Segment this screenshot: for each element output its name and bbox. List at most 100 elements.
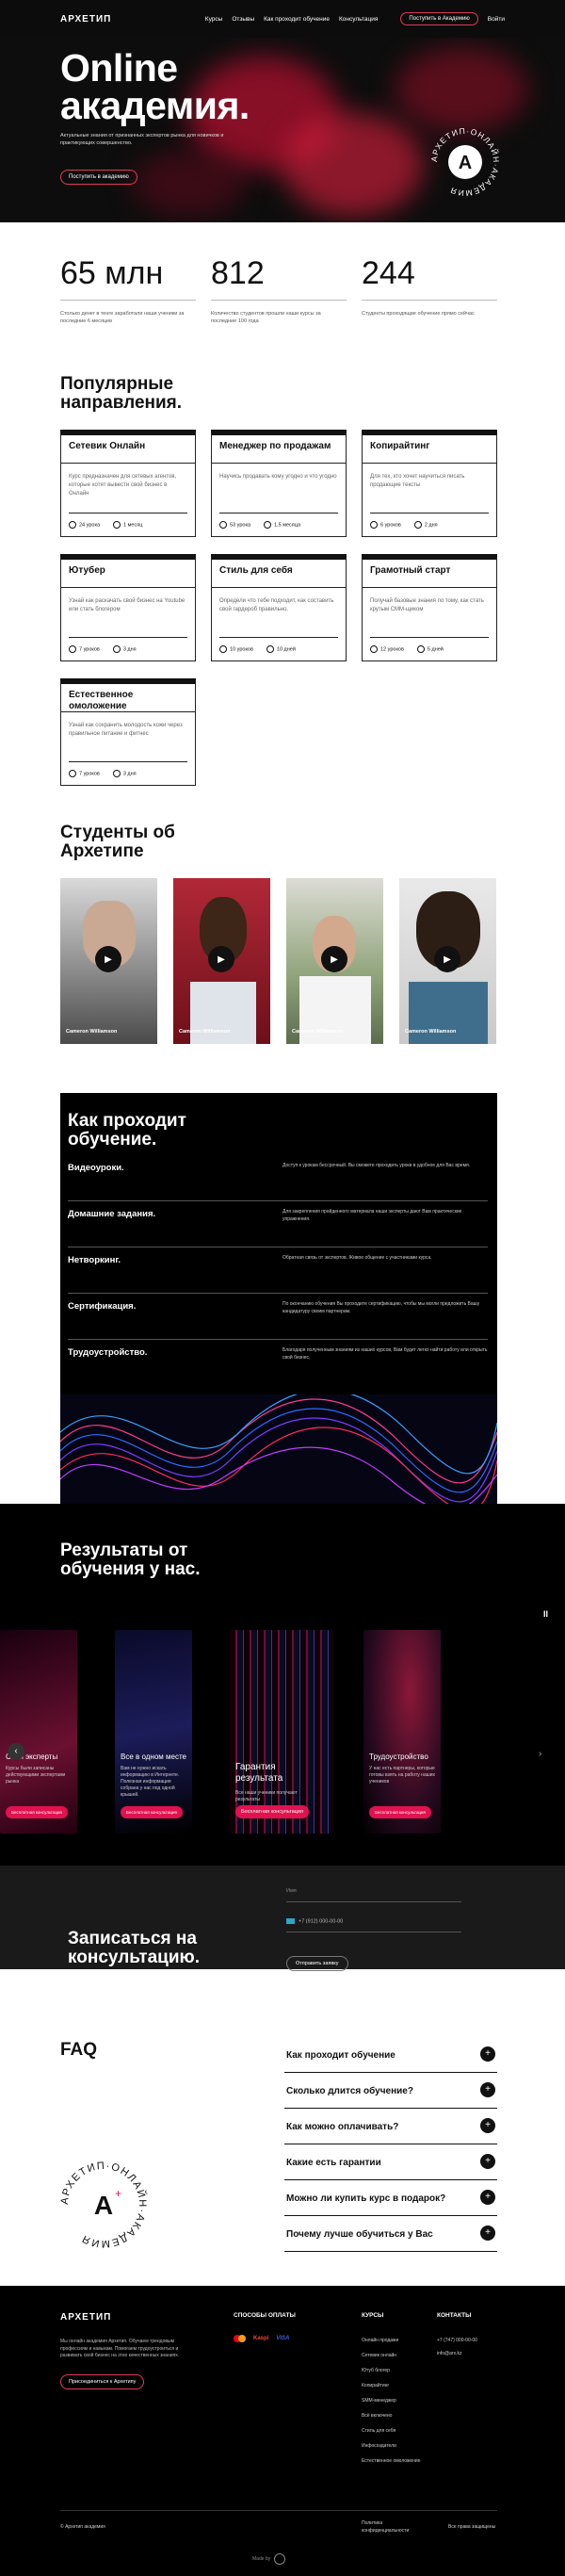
made-by: Made by xyxy=(252,2553,286,2565)
result-slide-active: Гарантия результата Все наши ученики пол… xyxy=(230,1630,333,1834)
clock-icon xyxy=(112,645,121,653)
clock-icon xyxy=(416,645,425,653)
play-icon[interactable]: ▶ xyxy=(434,946,460,972)
lessons-icon xyxy=(69,521,76,529)
header-cta-button[interactable]: Поступить в Академию xyxy=(400,12,478,25)
rights-text: Все права защищены xyxy=(448,2524,496,2530)
student-card[interactable]: ▶ Cameron Williamson xyxy=(399,878,496,1044)
plus-icon: + xyxy=(480,2046,495,2062)
free-consult-button[interactable]: Бесплатная консультация xyxy=(6,1806,68,1818)
clock-icon xyxy=(264,521,272,529)
hero-title: Online академия. xyxy=(60,46,250,127)
course-meta: 12 уроков 5 дней xyxy=(370,637,489,653)
course-card[interactable]: Грамотный старт Получай базовые знания по… xyxy=(362,554,497,661)
how-row: Видеоуроки. Доступ к урокам бессрочный. В… xyxy=(68,1155,488,1201)
contacts-heading: КОНТАКТЫ xyxy=(437,2312,472,2319)
course-title: Сетевик Онлайн xyxy=(61,435,195,464)
faq-item[interactable]: Как проходит обучение + xyxy=(284,2037,497,2073)
footer-course-link[interactable]: Стиль для себя xyxy=(362,2423,428,2438)
course-card[interactable]: Копирайтинг Для тех, кто хочет научиться … xyxy=(362,430,497,537)
play-icon[interactable]: ▶ xyxy=(95,946,121,972)
footer-course-link[interactable]: Инфосоздатели xyxy=(362,2438,428,2454)
lessons-icon xyxy=(69,770,76,777)
submit-request-button[interactable]: Отправить заявку xyxy=(286,1956,348,1971)
footer-course-link[interactable]: Ютуб блогер xyxy=(362,2363,428,2378)
svg-text:+: + xyxy=(115,2187,121,2200)
footer-email[interactable]: info@arx.kz xyxy=(437,2346,461,2361)
how-row: Сертификация. По окончанию обучения Вы пр… xyxy=(68,1294,488,1340)
main-nav: Курсы Отзывы Как проходит обучение Консу… xyxy=(205,12,505,25)
course-meta: 6 уроков 2 дня xyxy=(370,513,489,529)
plus-icon: + xyxy=(480,2082,495,2097)
students-heading: Студенты об Архетипе xyxy=(60,823,175,861)
payment-methods: Kaspi VISA xyxy=(234,2335,289,2342)
faq-item[interactable]: Можно ли купить курс в подарок? + xyxy=(284,2180,497,2216)
course-meta: 24 урока 1 месяц xyxy=(69,513,187,529)
course-card[interactable]: Стиль для себя Определи что тебе подходит… xyxy=(211,554,347,661)
footer-course-link[interactable]: Естественное омоложение xyxy=(362,2454,428,2465)
student-card[interactable]: ▶ Cameron Williamson xyxy=(286,878,383,1044)
course-desc: Для тех, кто хочет научиться писать прод… xyxy=(370,474,465,488)
phone-input[interactable]: +7 (912) 000-00-00 xyxy=(286,1918,461,1933)
student-card[interactable]: ▶ Cameron Williamson xyxy=(173,878,270,1044)
site-footer: АРХЕТИП Мы онлайн академия Архетип. Обуч… xyxy=(0,2286,565,2576)
footer-divider xyxy=(60,2510,497,2511)
site-header: АРХЕТИП Курсы Отзывы Как проходит обучен… xyxy=(0,0,565,38)
result-slide: Все в одном месте Вам не нужно искать ин… xyxy=(115,1630,192,1834)
footer-course-link[interactable]: Копирайтинг xyxy=(362,2378,428,2393)
course-desc: Узнай как раскачать свой бизнес на Youtu… xyxy=(69,598,186,612)
faq-item[interactable]: Какие есть гарантии + xyxy=(284,2144,497,2180)
footer-course-link[interactable]: Онлайн продажи xyxy=(362,2333,428,2348)
login-link[interactable]: Войти xyxy=(488,16,505,23)
play-icon[interactable]: ▶ xyxy=(208,946,234,972)
free-consult-button[interactable]: Бесплатная консультация xyxy=(369,1806,431,1818)
course-title: Копирайтинг xyxy=(363,435,496,464)
logo[interactable]: АРХЕТИП xyxy=(60,14,111,24)
footer-course-link[interactable]: SMM-менеджер xyxy=(362,2393,428,2408)
faq-item[interactable]: Почему лучше обучиться у Вас + xyxy=(284,2216,497,2252)
how-it-works-section: Как проходит обучение. Видеоуроки. Доступ… xyxy=(60,1093,497,1508)
slider-prev-icon[interactable]: ‹ xyxy=(8,1743,24,1760)
free-consult-button[interactable]: Бесплатная консультация xyxy=(121,1806,183,1818)
course-card[interactable]: Естественное омоложение Узнай как сохрани… xyxy=(60,678,196,786)
name-input[interactable]: Имя xyxy=(286,1888,461,1902)
faq-item[interactable]: Сколько длится обучение? + xyxy=(284,2073,497,2109)
join-button[interactable]: Присоединиться к Архетипу xyxy=(60,2374,145,2389)
course-desc: Получай базовые знания по тому, как стат… xyxy=(370,598,484,612)
course-card[interactable]: Ютубер Узнай как раскачать свой бизнес на… xyxy=(60,554,196,661)
nav-how[interactable]: Как проходит обучение xyxy=(264,16,330,23)
nav-courses[interactable]: Курсы xyxy=(205,16,223,23)
course-card[interactable]: Менеджер по продажам Научись продавать ко… xyxy=(211,430,347,537)
footer-logo[interactable]: АРХЕТИП xyxy=(60,2312,111,2323)
studio-logo-icon xyxy=(274,2553,286,2565)
payment-heading: СПОСОБЫ ОПЛАТЫ xyxy=(234,2312,296,2319)
slider-pause-button[interactable]: II xyxy=(543,1609,548,1619)
plus-icon: + xyxy=(480,2190,495,2205)
clock-icon xyxy=(413,521,422,529)
consult-heading: Записаться на консультацию. xyxy=(68,1929,201,1967)
result-slide: Свои эксперты Курсы были записаны действ… xyxy=(0,1630,77,1834)
privacy-link[interactable]: Политика конфиденциальности xyxy=(362,2519,418,2535)
slider-next-icon[interactable]: › xyxy=(539,1749,541,1759)
course-title: Грамотный старт xyxy=(363,560,496,588)
student-card[interactable]: ▶ Cameron Williamson xyxy=(60,878,157,1044)
footer-course-link[interactable]: Сетевик онлайн xyxy=(362,2348,428,2363)
free-consult-button[interactable]: Бесплатная консультация xyxy=(235,1805,309,1818)
consult-section: Записаться на консультацию. Имя +7 (912)… xyxy=(0,1866,565,1971)
kaspi-icon: Kaspi xyxy=(253,2336,269,2341)
hero-enroll-button[interactable]: Поступить в академию xyxy=(60,170,137,185)
nav-reviews[interactable]: Отзывы xyxy=(232,16,254,23)
academy-seal-icon: АРХЕТИП·ОНЛАЙН·АКАДЕМИЯ А + xyxy=(56,2158,151,2252)
clock-icon xyxy=(112,770,121,777)
lessons-icon xyxy=(219,521,227,529)
faq-heading: FAQ xyxy=(60,2040,98,2060)
play-icon[interactable]: ▶ xyxy=(321,946,347,972)
nav-consult[interactable]: Консультация xyxy=(339,16,378,23)
how-heading: Как проходит обучение. xyxy=(68,1111,186,1149)
academy-badge-icon: АРХЕТИП·ОНЛАЙН·АКАДЕМИЯ А xyxy=(426,122,505,202)
course-card[interactable]: Сетевик Онлайн Курс предназначен для сете… xyxy=(60,430,196,537)
faq-item[interactable]: Как можно оплачивать? + xyxy=(284,2109,497,2144)
course-title: Ютубер xyxy=(61,560,195,588)
lessons-icon xyxy=(370,521,378,529)
footer-course-link[interactable]: Всё включено xyxy=(362,2408,428,2423)
